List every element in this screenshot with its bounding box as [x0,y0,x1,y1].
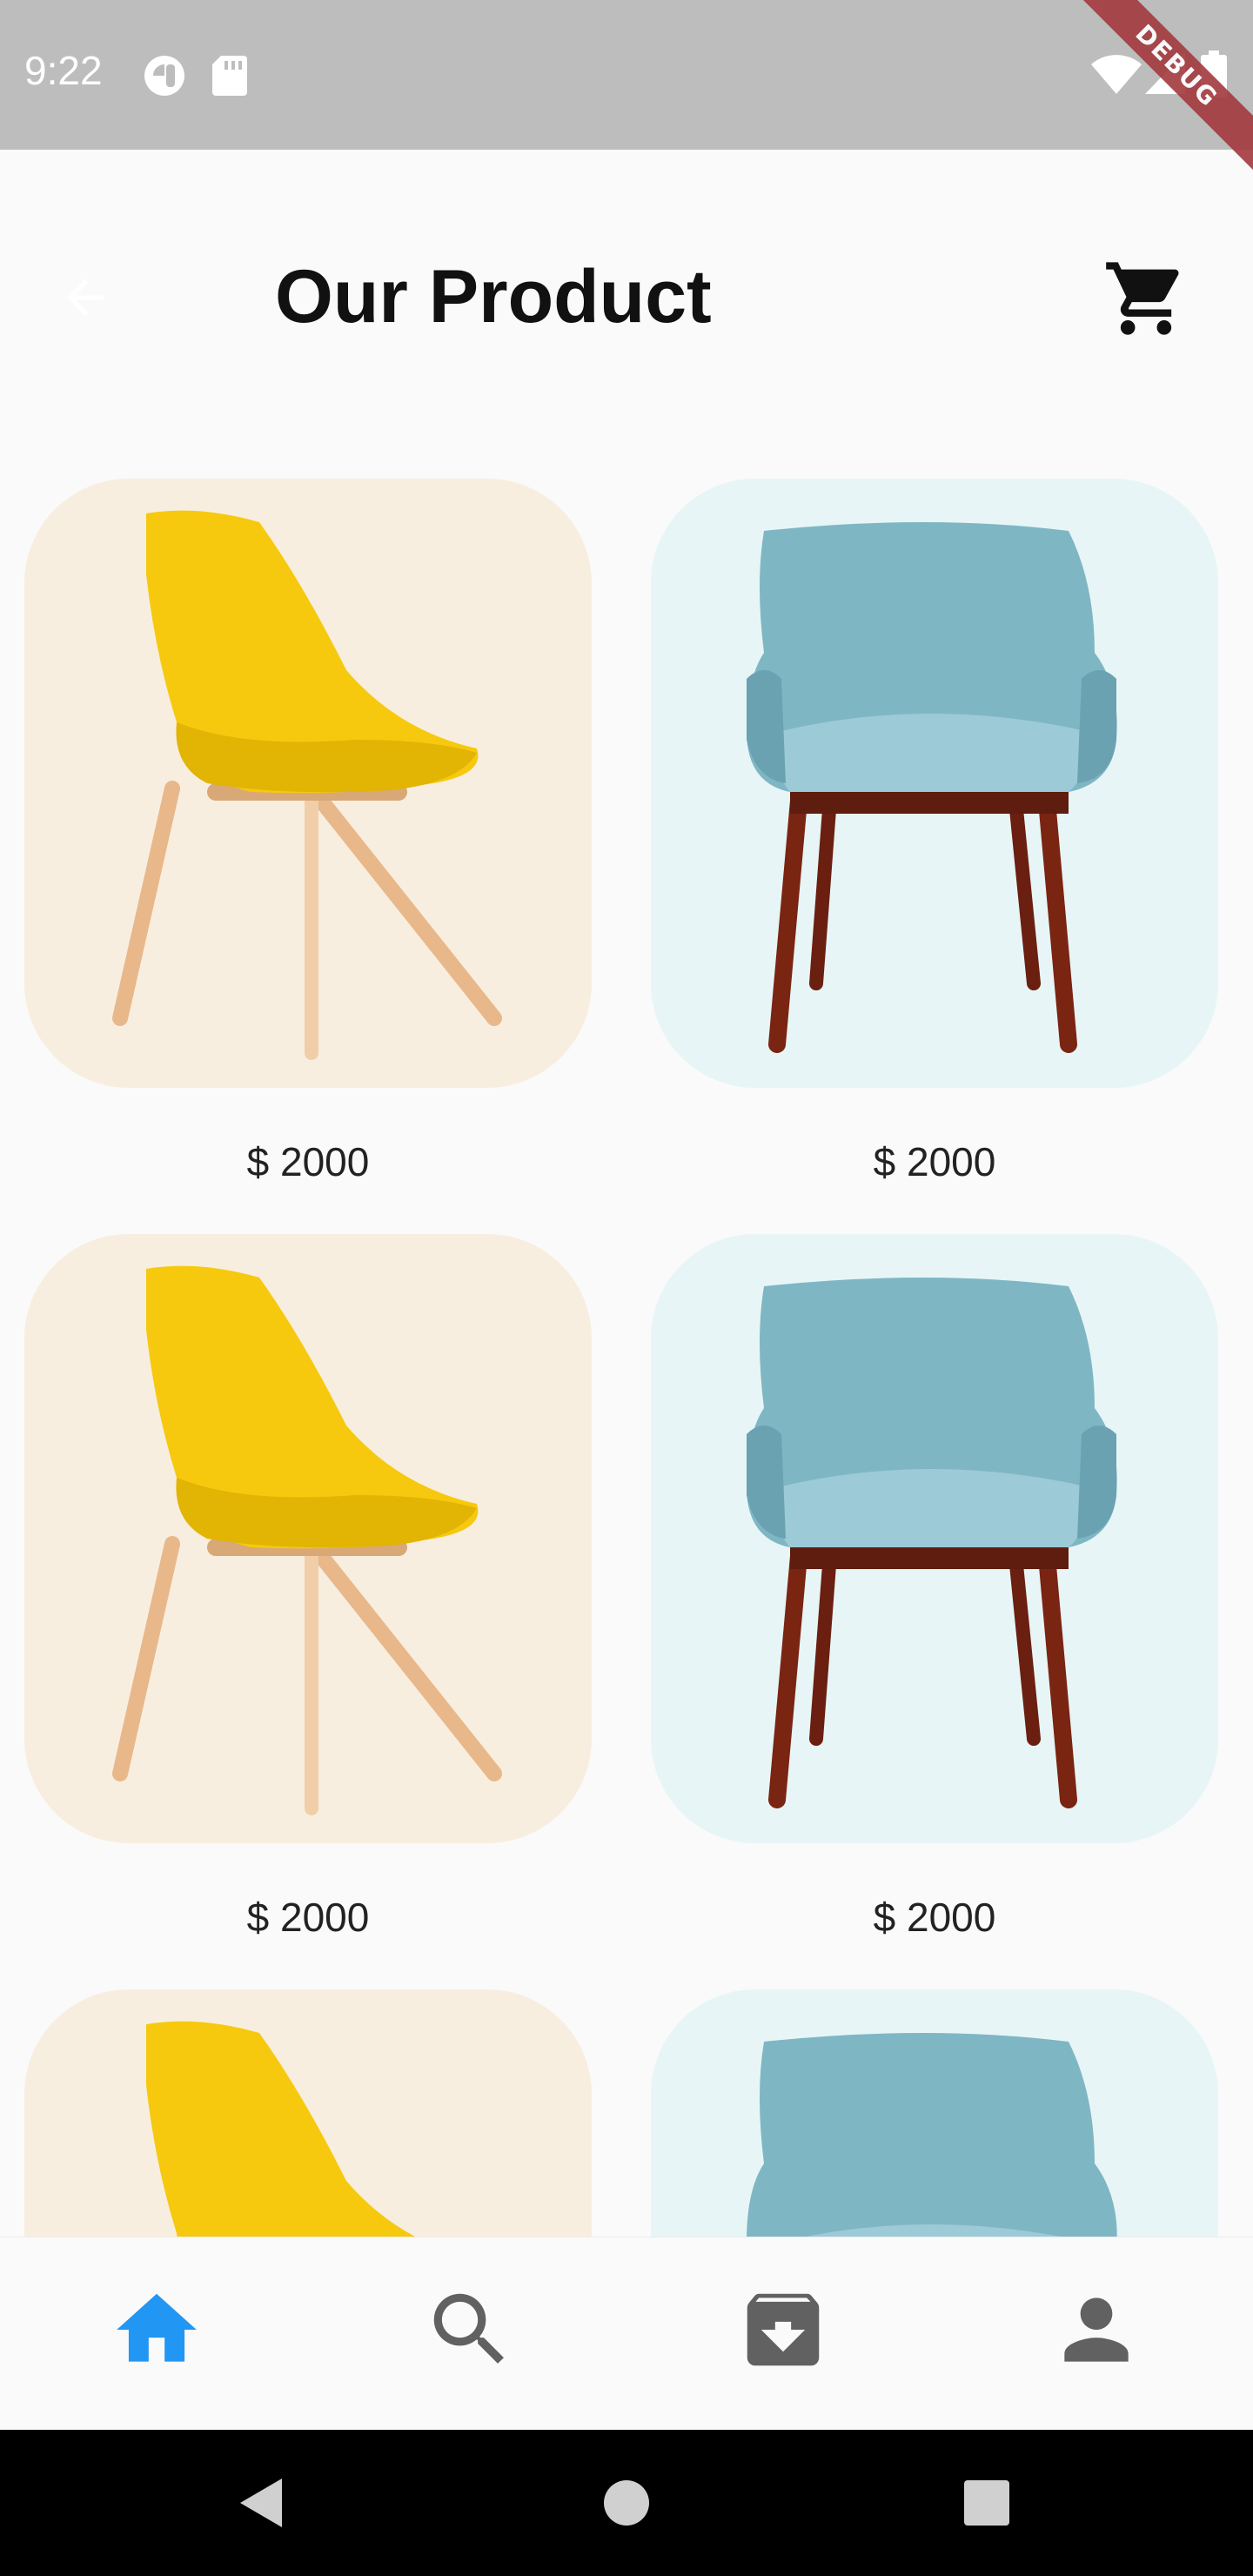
sd-card-icon [212,56,247,96]
system-back-button[interactable] [226,2468,296,2538]
yellow-chair-icon [112,510,502,1060]
system-home-button[interactable] [592,2468,661,2538]
product-image-teal-armchair [651,1234,1218,1843]
teal-armchair-icon [747,1278,1117,1808]
nav-home[interactable] [104,2277,209,2382]
recents-square-icon [964,2480,1009,2526]
nav-archive[interactable] [731,2277,835,2382]
product-card[interactable]: $ 2000 [24,1234,592,1941]
home-icon [117,2293,197,2362]
arrow-back-icon [66,278,104,317]
shopping-cart-icon [1106,262,1179,335]
product-price: $ 2000 [246,1895,370,1940]
battery-icon [1201,50,1227,97]
product-image-yellow-chair [24,1989,592,2237]
product-price: $ 2000 [246,1139,370,1184]
product-price: $ 2000 [873,1139,996,1184]
archive-download-icon [747,2293,820,2366]
search-icon [433,2293,504,2364]
product-image-teal-armchair [651,479,1218,1088]
nav-profile[interactable] [1044,2277,1149,2382]
status-time: 9:22 [24,48,103,93]
person-icon [1064,2298,1129,2362]
wifi-icon [1091,55,1142,94]
yellow-chair-icon [146,2021,416,2237]
product-image-yellow-chair [24,1234,592,1843]
yellow-chair-icon [112,1265,502,1815]
app-bar: Our Product [0,150,1253,454]
product-card[interactable]: $ 2000 [24,479,592,1185]
product-card[interactable] [651,1989,1218,2237]
status-bar: 9:22 DEBUG [0,0,1253,172]
bottom-navigation [0,2237,1253,2430]
product-image-teal-armchair [651,1989,1218,2237]
product-card[interactable]: $ 2000 [651,479,1218,1185]
back-button[interactable] [49,261,122,334]
product-price: $ 2000 [873,1895,996,1940]
back-triangle-icon [240,2479,282,2527]
nav-search[interactable] [418,2277,522,2382]
system-recents-button[interactable] [952,2468,1022,2538]
product-card[interactable] [24,1989,592,2237]
signal-icon [1145,52,1185,94]
product-card[interactable]: $ 2000 [651,1234,1218,1941]
home-circle-icon [604,2480,649,2526]
cart-button[interactable] [1098,251,1194,346]
teal-armchair-icon [747,2033,1117,2237]
product-image-yellow-chair [24,479,592,1088]
product-grid: $ 2000 $ 2000 $ 2000 $ 2000 [0,453,1253,2237]
system-navigation-bar [0,2430,1253,2576]
pill-notification-icon [144,56,184,96]
page-title: Our Product [275,255,712,339]
teal-armchair-icon [747,522,1117,1053]
